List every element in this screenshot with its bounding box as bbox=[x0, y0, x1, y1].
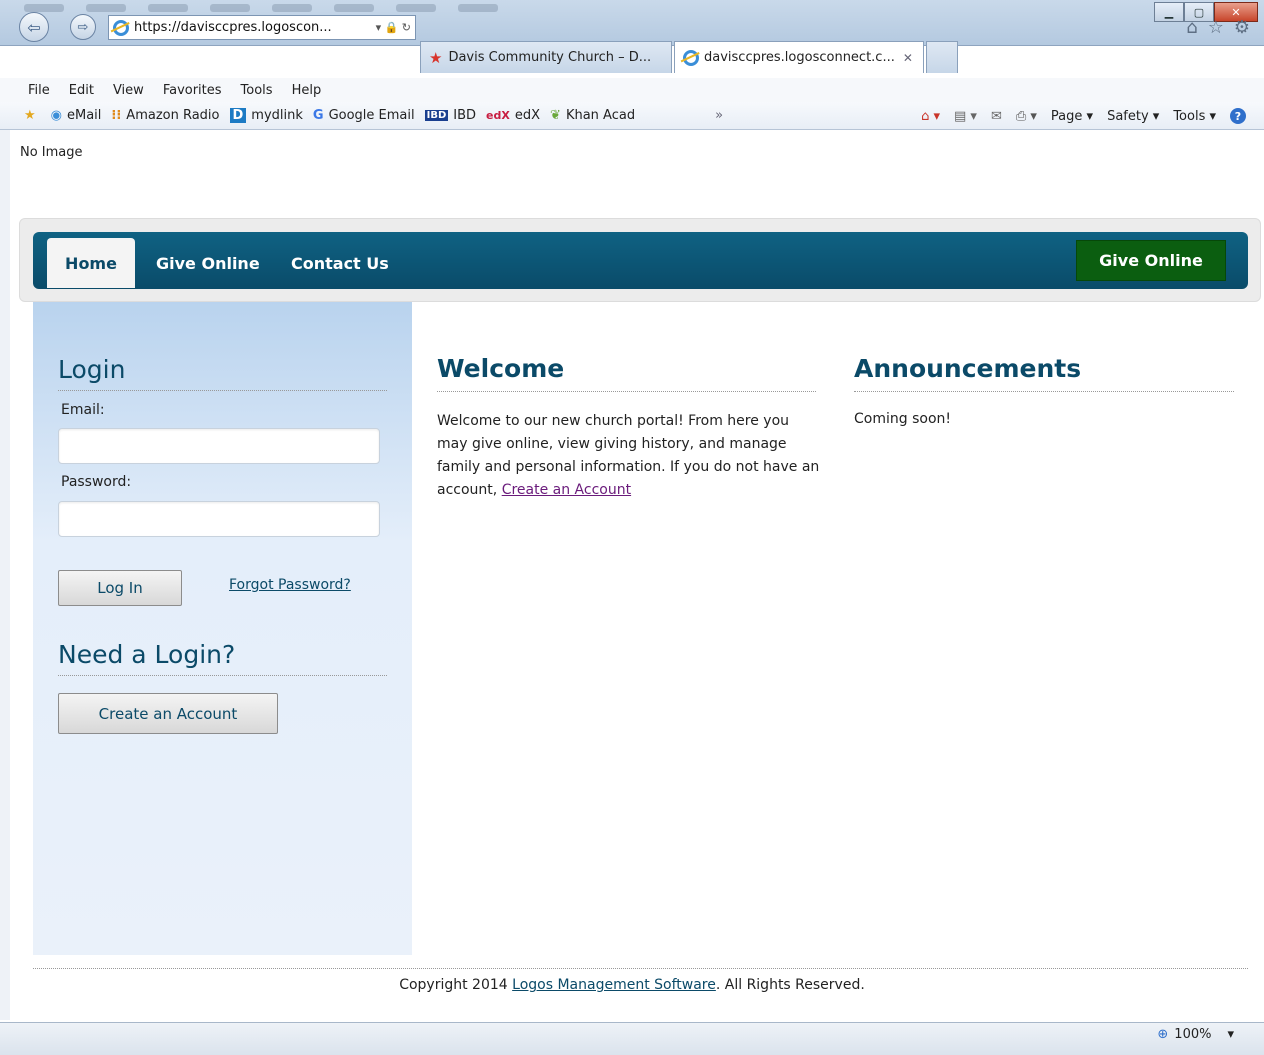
nav-tab-give-online[interactable]: Give Online bbox=[156, 238, 260, 288]
safety-menu[interactable]: Safety ▾ bbox=[1107, 109, 1159, 124]
need-login-heading: Need a Login? bbox=[58, 640, 236, 669]
tab-label: Davis Community Church – D... bbox=[448, 50, 652, 65]
favorites-star-icon[interactable]: ☆ bbox=[1208, 17, 1224, 38]
zoom-level: 100% bbox=[1174, 1027, 1212, 1042]
menu-file[interactable]: File bbox=[28, 83, 50, 98]
divider bbox=[854, 391, 1234, 392]
missing-logo-text: No Image bbox=[20, 145, 83, 160]
fav-google-email[interactable]: G Google Email bbox=[313, 108, 415, 123]
menu-favorites[interactable]: Favorites bbox=[163, 83, 222, 98]
fav-email[interactable]: ◉ eMail bbox=[51, 108, 102, 123]
logos-software-link[interactable]: Logos Management Software bbox=[512, 977, 716, 993]
footer-divider bbox=[33, 968, 1248, 969]
divider bbox=[437, 391, 816, 392]
edx-icon: edX bbox=[486, 109, 510, 122]
create-account-button[interactable]: Create an Account bbox=[58, 693, 278, 734]
zoom-icon: ⊕ bbox=[1157, 1027, 1169, 1042]
address-actions-icon[interactable]: ▾ 🔒 ↻ bbox=[372, 21, 415, 34]
fav-edx[interactable]: edX edX bbox=[486, 108, 540, 123]
command-bar: ⌂ ▾ ▤ ▾ ✉ ⎙ ▾ Page ▾ Safety ▾ Tools ▾ ? bbox=[921, 102, 1246, 130]
browser-tab-logos[interactable]: davisccpres.logosconnect.c... ✕ bbox=[674, 41, 924, 73]
chevron-down-icon[interactable]: ▾ bbox=[1227, 1027, 1234, 1042]
divider bbox=[58, 675, 387, 676]
address-text: https://davisccpres.logoscon... bbox=[134, 20, 332, 35]
menu-help[interactable]: Help bbox=[292, 83, 322, 98]
menu-tools[interactable]: Tools bbox=[241, 83, 273, 98]
menu-edit[interactable]: Edit bbox=[69, 83, 94, 98]
password-label: Password: bbox=[61, 474, 132, 490]
welcome-heading: Welcome bbox=[437, 354, 565, 383]
ie-favicon-icon bbox=[683, 49, 699, 66]
back-icon[interactable]: ⇦ bbox=[19, 12, 49, 42]
ie-page-icon bbox=[113, 19, 129, 36]
add-favorites-icon[interactable]: ★ bbox=[24, 108, 41, 123]
mail-icon[interactable]: ✉ bbox=[991, 109, 1002, 124]
more-favorites-icon[interactable]: » bbox=[715, 108, 723, 123]
divider bbox=[58, 390, 387, 391]
menu-bar: File Edit View Favorites Tools Help bbox=[0, 78, 1264, 102]
tab-close-icon[interactable]: ✕ bbox=[903, 51, 913, 65]
new-tab-button[interactable] bbox=[926, 41, 958, 73]
leaf-icon: ❦ bbox=[550, 108, 561, 123]
email-label: Email: bbox=[61, 402, 105, 418]
fav-ibd[interactable]: IBD IBD bbox=[424, 108, 476, 123]
footer: Copyright 2014 Logos Management Software… bbox=[0, 977, 1264, 993]
tools-menu[interactable]: Tools ▾ bbox=[1173, 109, 1216, 124]
favorites-bar: ★ ◉ eMail ⁝⁝ Amazon Radio Dmydlink G Google… bbox=[0, 102, 1264, 130]
chrome-icons: ⌂ ☆ ⚙ bbox=[1186, 17, 1250, 38]
forward-icon[interactable]: ⇨ bbox=[70, 14, 96, 40]
announcements-heading: Announcements bbox=[854, 354, 1082, 383]
tab-label: davisccpres.logosconnect.c... bbox=[704, 50, 895, 65]
login-sidebar bbox=[33, 302, 412, 955]
print-icon[interactable]: ⎙ ▾ bbox=[1016, 109, 1037, 124]
address-bar[interactable]: https://davisccpres.logoscon... ▾ 🔒 ↻ bbox=[108, 15, 416, 40]
amazon-icon: ⁝⁝ bbox=[111, 108, 122, 123]
fav-amazon-radio[interactable]: ⁝⁝ Amazon Radio bbox=[111, 108, 219, 123]
star-favicon-icon: ★ bbox=[429, 48, 443, 67]
gear-icon[interactable]: ⚙ bbox=[1234, 17, 1250, 38]
dlink-icon: D bbox=[229, 108, 247, 123]
forgot-password-link[interactable]: Forgot Password? bbox=[229, 577, 351, 593]
home-icon[interactable]: ⌂ bbox=[1186, 17, 1197, 38]
home-dropdown-icon[interactable]: ⌂ ▾ bbox=[921, 109, 940, 124]
feeds-icon[interactable]: ▤ ▾ bbox=[954, 109, 977, 124]
help-icon[interactable]: ? bbox=[1230, 108, 1246, 124]
give-online-button[interactable]: Give Online bbox=[1076, 240, 1226, 281]
page-menu[interactable]: Page ▾ bbox=[1051, 109, 1093, 124]
left-edge bbox=[0, 130, 10, 1020]
email-field[interactable] bbox=[58, 428, 380, 464]
zoom-control[interactable]: ⊕ 100% ▾ bbox=[1157, 1027, 1234, 1042]
nav-tab-contact-us[interactable]: Contact Us bbox=[291, 238, 389, 288]
browser-tab-davis[interactable]: ★ Davis Community Church – D... bbox=[420, 41, 672, 73]
ibd-icon: IBD bbox=[424, 110, 449, 121]
footer-rights: . All Rights Reserved. bbox=[715, 977, 865, 993]
menu-view[interactable]: View bbox=[113, 83, 144, 98]
google-icon: G bbox=[312, 108, 324, 123]
nav-tab-home[interactable]: Home bbox=[47, 238, 135, 288]
fav-khan[interactable]: ❦ Khan Acad bbox=[550, 108, 635, 123]
announcements-text: Coming soon! bbox=[854, 411, 951, 427]
password-field[interactable] bbox=[58, 501, 380, 537]
status-bar bbox=[0, 1022, 1264, 1055]
footer-copyright: Copyright 2014 bbox=[399, 977, 508, 993]
log-in-button[interactable]: Log In bbox=[58, 570, 182, 606]
minimize-icon[interactable]: ▁ bbox=[1154, 2, 1184, 22]
blurred-title-menu bbox=[24, 4, 498, 12]
create-account-link[interactable]: Create an Account bbox=[502, 482, 631, 498]
fav-mydlink[interactable]: Dmydlink bbox=[229, 108, 303, 123]
ie-globe-icon: ◉ bbox=[50, 108, 62, 123]
login-heading: Login bbox=[58, 355, 126, 384]
welcome-text: Welcome to our new church portal! From h… bbox=[437, 410, 822, 502]
